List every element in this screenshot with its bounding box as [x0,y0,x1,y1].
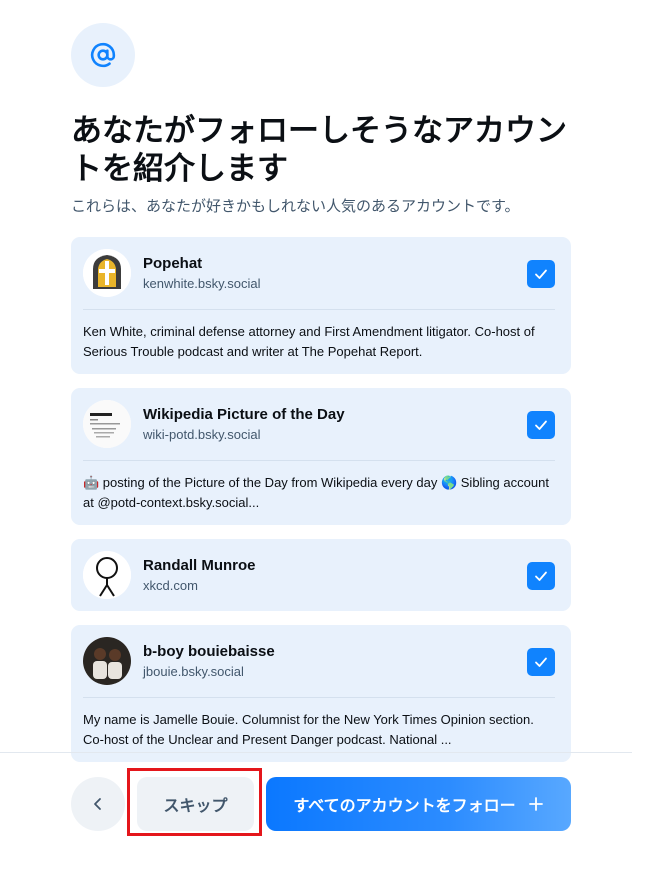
account-card-jbouie[interactable]: b-boy bouiebaisse jbouie.bsky.social My … [71,625,571,762]
follow-all-button[interactable]: すべてのアカウントをフォロー [266,777,571,831]
account-name: Randall Munroe [143,557,256,574]
photo-avatar-icon [83,637,131,685]
stick-figure-avatar-icon [83,551,131,599]
account-handle: wiki-potd.bsky.social [143,427,261,442]
page-subtitle: これらは、あなたが好きかもしれない人気のあるアカウントです。 [71,197,520,215]
account-handle: kenwhite.bsky.social [143,276,261,291]
chevron-left-icon [94,798,101,810]
follow-checkbox[interactable] [527,648,555,676]
at-sign-icon [90,42,116,68]
avatar [83,249,131,297]
follow-checkbox[interactable] [527,562,555,590]
skip-button[interactable]: スキップ [137,777,254,831]
at-sign-badge [71,23,135,87]
account-card-popehat[interactable]: Popehat kenwhite.bsky.social Ken White, … [71,237,571,374]
avatar [83,637,131,685]
checkmark-icon [535,571,547,581]
account-name: Wikipedia Picture of the Day [143,406,345,423]
checkmark-icon [535,420,547,430]
checkmark-icon [535,657,547,667]
suggested-accounts-list: Popehat kenwhite.bsky.social Ken White, … [71,237,571,776]
avatar [83,551,131,599]
account-card-xkcd[interactable]: Randall Munroe xkcd.com [71,539,571,611]
page-title: あなたがフォローしそうなアカウントを紹介します [71,113,567,187]
account-handle: jbouie.bsky.social [143,664,244,679]
avatar [83,400,131,448]
account-bio: 🤖 posting of the Picture of the Day from… [83,475,549,510]
back-button[interactable] [71,777,125,831]
plus-icon [528,797,543,811]
follow-checkbox[interactable] [527,411,555,439]
follow-checkbox[interactable] [527,260,555,288]
footer-divider [0,752,632,753]
wikipedia-photograph-avatar-icon [83,400,131,448]
popehat-avatar-icon [83,249,131,297]
account-name: b-boy bouiebaisse [143,643,275,660]
account-handle: xkcd.com [143,578,198,593]
account-card-wiki-potd[interactable]: Wikipedia Picture of the Day wiki-potd.b… [71,388,571,525]
account-bio: Ken White, criminal defense attorney and… [83,324,535,359]
account-name: Popehat [143,255,203,272]
follow-all-label: すべてのアカウントをフォロー [293,796,516,815]
checkmark-icon [535,269,547,279]
